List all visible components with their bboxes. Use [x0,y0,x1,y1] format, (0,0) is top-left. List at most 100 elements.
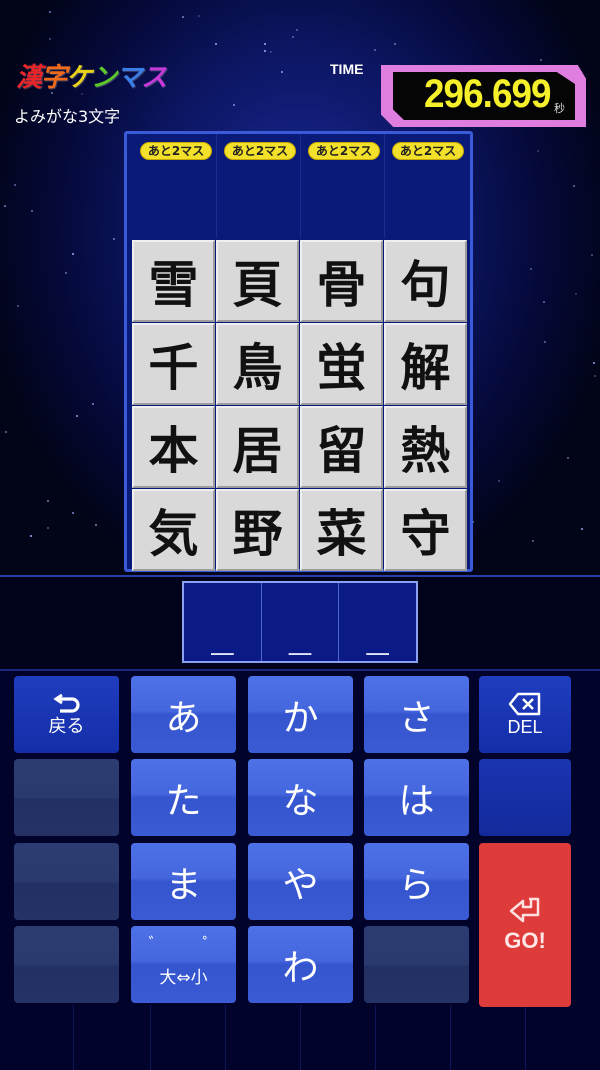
size-toggle-label: 大⇔小 [159,968,208,988]
kanji-tile[interactable]: 解 [384,323,467,405]
star [14,184,16,186]
star [394,43,396,45]
answer-input[interactable]: ＿ ＿ ＿ [182,581,418,663]
go-button[interactable]: GO! [479,843,571,1007]
logo-char: ン [91,63,117,93]
timer-unit: 秒 [554,102,565,115]
kanji-tile[interactable]: 本 [132,406,215,488]
star [113,238,115,240]
star [215,43,217,45]
star [72,512,74,514]
remaining-badge: あと2マス [140,142,212,160]
kanji-tile-grid: 雪 頁 骨 句 千 鳥 蛍 解 本 居 留 熱 気 野 菜 守 [132,240,467,571]
kanji-tile[interactable]: 居 [216,406,299,488]
empty-key [14,843,119,920]
keyboard-divider [525,1005,526,1070]
handakuten-mark: ゜ [202,934,219,953]
star [198,15,200,17]
star [5,431,7,433]
star [292,36,294,38]
back-button[interactable]: 戻る [14,676,119,753]
star [92,403,94,405]
kanji-tile[interactable]: 蛍 [300,323,383,405]
keyboard-divider [375,1005,376,1070]
keyboard-divider [73,1005,74,1070]
back-label: 戻る [48,715,85,737]
star [537,150,539,152]
question-type-label: よみがな3文字 [14,107,121,126]
delete-button[interactable]: DEL [479,676,571,753]
timer-display: 296.699 秒 [393,72,575,120]
empty-key [364,926,469,1003]
kanji-tile[interactable]: 鳥 [216,323,299,405]
keyboard-divider [300,1005,301,1070]
kana-key-ma[interactable]: ま [131,843,236,920]
kanji-tile[interactable]: 気 [132,489,215,571]
star [594,375,596,377]
star [76,415,78,417]
kana-key-ya[interactable]: や [248,843,353,920]
star [31,210,33,212]
kanji-tile[interactable]: 句 [384,240,467,322]
star [95,524,97,526]
star [575,293,577,295]
keyboard-divider [150,1005,151,1070]
star [581,528,583,530]
kana-key-ta[interactable]: た [131,759,236,836]
logo-char: 漢 [16,63,42,93]
dakuten-size-toggle-key[interactable]: ゛ ゜ 大⇔小 [131,926,236,1003]
star [593,362,595,364]
kanji-tile[interactable]: 骨 [300,240,383,322]
empty-key [14,759,119,836]
kana-key-ra[interactable]: ら [364,843,469,920]
star [4,205,6,207]
logo-char: マ [116,63,142,93]
kanji-tile[interactable]: 千 [132,323,215,405]
kanji-tile[interactable]: 留 [300,406,383,488]
kana-key-ka[interactable]: か [248,676,353,753]
keyboard-divider [450,1005,451,1070]
remaining-badge: あと2マス [392,142,464,160]
kana-key-na[interactable]: な [248,759,353,836]
logo-char: ス [141,63,167,93]
star [264,50,266,52]
dakuten-mark: ゛ [148,934,165,953]
star [49,11,51,13]
answer-slot: ＿ [339,583,416,661]
keyboard-divider [225,1005,226,1070]
logo-char: ケ [66,63,92,93]
kanji-tile[interactable]: 守 [384,489,467,571]
remaining-badge: あと2マス [224,142,296,160]
star [544,341,546,343]
kanji-tile[interactable]: 菜 [300,489,383,571]
star [270,51,272,53]
star [530,268,532,270]
star [374,49,376,51]
star [233,104,235,106]
kanji-board: あと2マス あと2マス あと2マス あと2マス 雪 頁 骨 句 千 鳥 蛍 解 … [124,131,473,572]
star [182,16,184,18]
kanji-tile[interactable]: 頁 [216,240,299,322]
star [540,59,542,61]
kana-key-sa[interactable]: さ [364,676,469,753]
kana-key-wa[interactable]: わ [248,926,353,1003]
answer-slot: ＿ [262,583,340,661]
timer-label: TIME [330,61,364,77]
empty-slot-mark: ＿ [211,633,234,658]
kana-key-ha[interactable]: は [364,759,469,836]
timer-value: 296.699 [424,72,552,116]
game-logo: 漢字ケンマス [16,62,167,94]
star [264,43,266,45]
empty-key [14,926,119,1003]
empty-slot-mark: ＿ [288,633,312,658]
star [30,535,32,537]
kana-key-a[interactable]: あ [131,676,236,753]
answer-slot: ＿ [184,583,262,661]
logo-char: 字 [41,63,67,93]
kanji-tile[interactable]: 雪 [132,240,215,322]
kanji-tile[interactable]: 熱 [384,406,467,488]
star [17,305,19,307]
backspace-icon [508,692,541,715]
kanji-tile[interactable]: 野 [216,489,299,571]
star [296,29,298,31]
